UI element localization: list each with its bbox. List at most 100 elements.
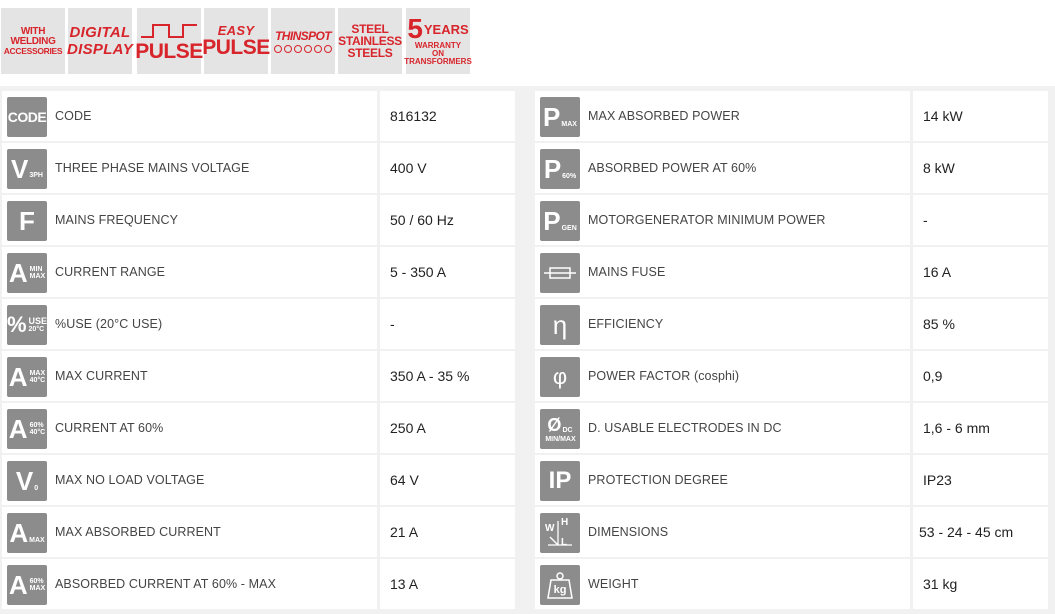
spec-value: 5 - 350 A <box>380 247 515 297</box>
spec-row-power-factor: φ POWER FACTOR (cosphi) 0,9 <box>535 351 1048 401</box>
pulse-wave-icon <box>141 23 197 38</box>
spec-label-cell: A MAX MAX ABSORBED CURRENT <box>2 507 377 557</box>
spec-label-cell: η EFFICIENCY <box>535 299 910 349</box>
spec-value: 350 A - 35 % <box>380 351 515 401</box>
spec-value: 0,9 <box>913 351 1048 401</box>
spec-label: %USE (20°C USE) <box>55 317 163 331</box>
spec-value: 50 / 60 Hz <box>380 195 515 245</box>
spec-value: - <box>380 299 515 349</box>
no-load-voltage-icon: V0 <box>7 461 47 501</box>
badge-easy-pulse: EASY PULSE <box>202 8 270 74</box>
badge-text: YEARS <box>423 21 469 37</box>
badge-text: DISPLAY <box>67 41 133 58</box>
current-60-icon: A 60% 40°C <box>7 409 47 449</box>
efficiency-icon: η <box>540 305 580 345</box>
spec-row-current-range: A MIN MAX CURRENT RANGE 5 - 350 A <box>2 247 515 297</box>
badge-welding-accessories: WITH WELDING ACCESSORIES <box>1 8 65 74</box>
badge-text: PULSE <box>135 39 203 63</box>
code-icon: CODE <box>7 97 47 137</box>
spec-value: 400 V <box>380 143 515 193</box>
spec-label: MAINS FUSE <box>588 265 666 279</box>
spec-label-cell: IP PROTECTION DEGREE <box>535 455 910 505</box>
duty-cycle-icon: % USE 20°C <box>7 305 47 345</box>
spec-value: - <box>913 195 1048 245</box>
badge-digital-display: DIGITAL DISPLAY <box>67 8 133 74</box>
badge-text: STEELS <box>347 46 393 60</box>
badge-text: ACCESSORIES <box>3 45 63 56</box>
spec-label-cell: φ POWER FACTOR (cosphi) <box>535 351 910 401</box>
spec-value: 14 kW <box>913 91 1048 141</box>
spec-label: ABSORBED POWER AT 60% <box>588 161 757 175</box>
spec-label: CURRENT AT 60% <box>55 421 164 435</box>
spec-row-absorbed-current-60: A 60% MAX ABSORBED CURRENT AT 60% - MAX 1… <box>2 559 515 609</box>
spec-value: 816132 <box>380 91 515 141</box>
spec-label: EFFICIENCY <box>588 317 664 331</box>
power-factor-icon: φ <box>540 357 580 397</box>
spec-label-cell: A 60% 40°C CURRENT AT 60% <box>2 403 377 453</box>
spec-label-cell: F MAINS FREQUENCY <box>2 195 377 245</box>
spec-label: ABSORBED CURRENT AT 60% - MAX <box>55 577 277 591</box>
thinspot-dots-icon <box>274 44 332 53</box>
spec-value: IP23 <box>913 455 1048 505</box>
spec-value: 1,6 - 6 mm <box>913 403 1048 453</box>
badge-pulse: PULSE <box>135 8 203 74</box>
weight-icon: kg <box>540 565 580 605</box>
spec-value: 21 A <box>380 507 515 557</box>
badge-text: PULSE <box>202 36 270 59</box>
spec-value: 8 kW <box>913 143 1048 193</box>
three-phase-voltage-icon: V 3PH <box>7 149 47 189</box>
spec-label-cell: A MAX 40°C MAX CURRENT <box>2 351 377 401</box>
spec-value: 64 V <box>380 455 515 505</box>
spec-label: MAX NO LOAD VOLTAGE <box>55 473 205 487</box>
spec-row-frequency: F MAINS FREQUENCY 50 / 60 Hz <box>2 195 515 245</box>
spec-label-cell: A 60% MAX ABSORBED CURRENT AT 60% - MAX <box>2 559 377 609</box>
spec-row-voltage: V 3PH THREE PHASE MAINS VOLTAGE 400 V <box>2 143 515 193</box>
spec-label: MAX CURRENT <box>55 369 148 383</box>
spec-label-cell: W H L DIMENSIONS <box>535 507 910 557</box>
spec-label-cell: Ø DC MIN/MAX D. USABLE ELECTRODES IN DC <box>535 403 910 453</box>
current-range-icon: A MIN MAX <box>7 253 47 293</box>
spec-row-motorgenerator: P GEN MOTORGENERATOR MINIMUM POWER - <box>535 195 1048 245</box>
spec-label-cell: MAINS FUSE <box>535 247 910 297</box>
electrode-diameter-icon: Ø DC MIN/MAX <box>540 409 580 449</box>
spec-label-cell: V 3PH THREE PHASE MAINS VOLTAGE <box>2 143 377 193</box>
spec-row-efficiency: η EFFICIENCY 85 % <box>535 299 1048 349</box>
spec-label: THREE PHASE MAINS VOLTAGE <box>55 161 250 175</box>
spec-label-cell: P 60% ABSORBED POWER AT 60% <box>535 143 910 193</box>
spec-row-absorbed-power-60: P 60% ABSORBED POWER AT 60% 8 kW <box>535 143 1048 193</box>
spec-label: MOTORGENERATOR MINIMUM POWER <box>588 213 826 227</box>
spec-row-protection: IP PROTECTION DEGREE IP23 <box>535 455 1048 505</box>
spec-label-cell: kg WEIGHT <box>535 559 910 609</box>
generator-power-icon: P GEN <box>540 201 580 241</box>
power-60-icon: P 60% <box>540 149 580 189</box>
badge-text: 5 <box>407 13 423 44</box>
spec-row-current-60: A 60% 40°C CURRENT AT 60% 250 A <box>2 403 515 453</box>
fuse-icon <box>540 253 580 293</box>
spec-label: MAX ABSORBED POWER <box>588 109 740 123</box>
spec-label: DIMENSIONS <box>588 525 669 539</box>
badge-warranty: 5 YEARS WARRANTY ON TRANSFORMERS <box>404 8 472 74</box>
spec-row-no-load-voltage: V0 MAX NO LOAD VOLTAGE 64 V <box>2 455 515 505</box>
spec-label-cell: P GEN MOTORGENERATOR MINIMUM POWER <box>535 195 910 245</box>
spec-row-mains-fuse: MAINS FUSE 16 A <box>535 247 1048 297</box>
badge-stainless-steels: STEEL STAINLESS STEELS <box>338 8 402 74</box>
spec-label-cell: CODE CODE <box>2 91 377 141</box>
spec-value: 13 A <box>380 559 515 609</box>
spec-label: MAX ABSORBED CURRENT <box>55 525 221 539</box>
spec-row-max-current: A MAX 40°C MAX CURRENT 350 A - 35 % <box>2 351 515 401</box>
spec-label-cell: V0 MAX NO LOAD VOLTAGE <box>2 455 377 505</box>
frequency-icon: F <box>7 201 47 241</box>
spec-label: MAINS FREQUENCY <box>55 213 179 227</box>
spec-label: CURRENT RANGE <box>55 265 166 279</box>
spec-row-use: % USE 20°C %USE (20°C USE) - <box>2 299 515 349</box>
spec-label: PROTECTION DEGREE <box>588 473 728 487</box>
badge-text: TRANSFORMERS <box>404 57 472 66</box>
absorbed-current-60-icon: A 60% MAX <box>7 565 47 605</box>
spec-label-cell: % USE 20°C %USE (20°C USE) <box>2 299 377 349</box>
spec-row-code: CODE CODE 816132 <box>2 91 515 141</box>
spec-row-weight: kg WEIGHT 31 kg <box>535 559 1048 609</box>
badge-text: THINSPOT <box>275 28 331 43</box>
protection-degree-icon: IP <box>540 461 580 501</box>
spec-value: 53 - 24 - 45 cm <box>913 507 1048 557</box>
spec-label: CODE <box>55 109 92 123</box>
